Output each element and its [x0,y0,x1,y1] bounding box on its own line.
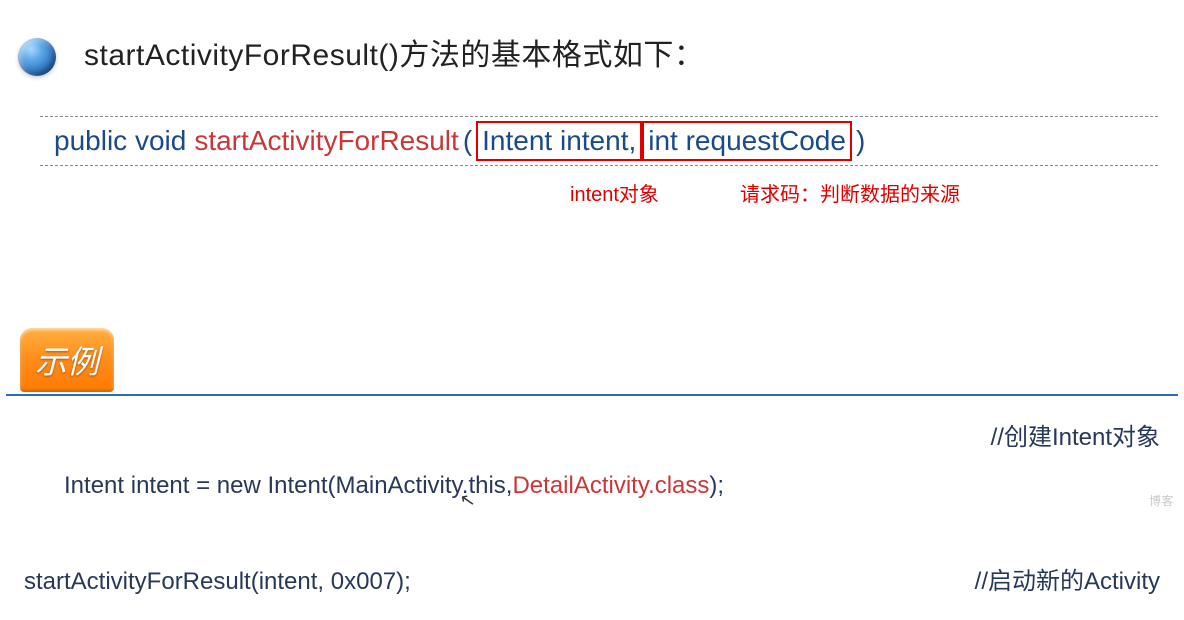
method-signature: public void startActivityForResult ( Int… [40,116,1158,166]
watermark-text: 博客 [1149,492,1174,509]
example-badge: 示例 [20,328,114,392]
annotation-requestcode: 请求码：判断数据的来源 [740,178,960,207]
code-line-2: startActivityForResult(intent, 0x007); /… [24,558,1160,606]
code-line-1: Intent intent = new Intent(MainActivity.… [24,414,1160,558]
param1-box: Intent intent, [476,121,642,161]
method-name-text: startActivityForResult [194,125,459,157]
example-label: 示例 [35,337,99,383]
code1-part-a: Intent intent = new Intent(MainActivity.… [64,472,512,499]
heading-text: startActivityForResult()方法的基本格式如下： [84,30,704,74]
code1-part-c: ); [709,472,724,499]
modifiers-text: public void [54,125,186,157]
param2-box: int requestCode [642,121,852,161]
code1-comment: //创建Intent对象 [991,414,1160,558]
code2-comment: //启动新的Activity [975,558,1160,606]
example-code-block: Intent intent = new Intent(MainActivity.… [6,394,1178,620]
code1-part-b: DetailActivity.class [512,472,709,499]
code2-left: startActivityForResult(intent, 0x007); [24,558,411,606]
close-paren: ) [856,125,865,157]
annotation-intent: intent对象 [570,178,659,207]
open-paren: ( [463,125,472,157]
sphere-bullet-icon [18,38,56,76]
